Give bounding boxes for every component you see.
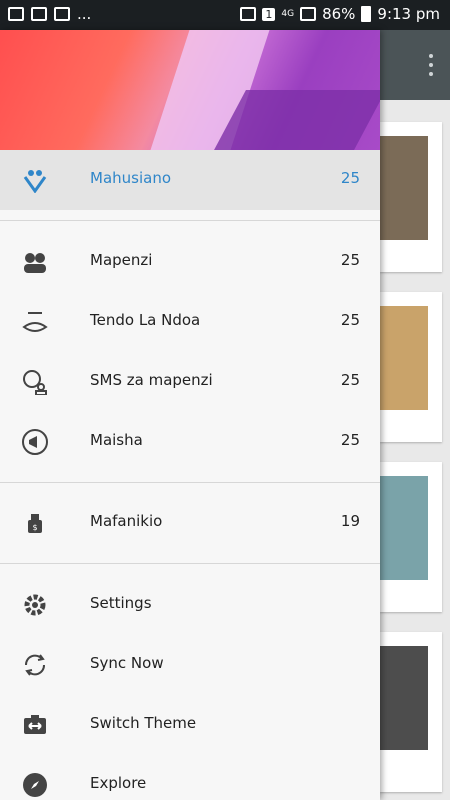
heart-people-icon	[23, 170, 47, 193]
drawer-item-label: Sync Now	[90, 654, 164, 672]
post-card[interactable]	[380, 292, 442, 442]
clock: 9:13 pm	[377, 5, 440, 23]
divider	[0, 563, 380, 564]
drawer-item-label: Mahusiano	[90, 169, 172, 187]
mail-icon	[54, 7, 70, 21]
drawer-item-count: 25	[340, 431, 360, 449]
drawer-item-label: Switch Theme	[90, 714, 197, 732]
drawer-item-label: Tendo La Ndoa	[90, 311, 201, 329]
drawer-item-switch-theme[interactable]: Switch Theme	[0, 695, 380, 755]
drawer-item-label: Mapenzi	[90, 251, 153, 269]
gear-icon	[24, 594, 46, 616]
drawer-item-sms-za-mapenzi[interactable]: SMS za mapenzi 25	[0, 352, 380, 412]
drawer-item-settings[interactable]: Settings	[0, 575, 380, 635]
network-type: 4G	[281, 9, 295, 19]
post-image	[380, 646, 428, 750]
drawer-item-mafanikio[interactable]: $ Mafanikio 19	[0, 493, 380, 553]
notification-icon	[8, 7, 24, 21]
signal-icon	[300, 7, 317, 21]
drawer-item-maisha[interactable]: Maisha 25	[0, 412, 380, 472]
drawer-item-count: 25	[340, 371, 360, 389]
money-bag-icon: $	[28, 514, 42, 533]
navigation-drawer: Mahusiano 25 Mapenzi 25 Tendo La Ndoa 25…	[0, 30, 380, 800]
drawer-item-mahusiano[interactable]: Mahusiano 25	[0, 150, 380, 210]
post-image	[380, 136, 428, 240]
battery-level: 86%	[322, 5, 356, 23]
drawer-item-sync-now[interactable]: Sync Now	[0, 635, 380, 695]
drawer-item-label: Maisha	[90, 431, 143, 449]
drawer-item-label: Mafanikio	[90, 512, 163, 530]
sim-indicator: 1	[262, 7, 276, 21]
compass-icon	[23, 773, 47, 797]
love-message-icon	[23, 370, 47, 395]
divider	[0, 482, 380, 483]
post-image	[380, 306, 428, 410]
drawer-item-mapenzi[interactable]: Mapenzi 25	[0, 232, 380, 292]
drawer-item-tendo-la-ndoa[interactable]: Tendo La Ndoa 25	[0, 292, 380, 352]
svg-text:$: $	[32, 523, 37, 532]
megaphone-icon	[22, 429, 48, 455]
drawer-item-label: Settings	[90, 594, 152, 612]
status-bar: ... 1 4G 86% 9:13 pm	[0, 0, 450, 30]
post-card[interactable]	[380, 462, 442, 612]
vibrate-icon	[240, 7, 257, 21]
divider	[0, 220, 380, 221]
post-card[interactable]	[380, 632, 442, 792]
drawer-item-label: SMS za mapenzi	[90, 371, 213, 389]
more-notifications: ...	[77, 5, 92, 23]
sync-icon	[24, 654, 46, 676]
drawer-header-image	[0, 30, 380, 150]
drawer-item-count: 25	[340, 251, 360, 269]
overflow-menu-icon[interactable]	[428, 54, 434, 76]
post-card[interactable]	[380, 122, 442, 272]
drawer-item-explore[interactable]: Explore	[0, 755, 380, 800]
switch-theme-icon	[24, 715, 46, 734]
drawer-item-label: Explore	[90, 774, 147, 792]
battery-icon	[361, 6, 372, 22]
post-image	[380, 476, 428, 580]
drawer-item-count: 25	[340, 169, 360, 187]
sex-lips-icon	[22, 312, 48, 332]
drawer-item-count: 19	[340, 512, 360, 530]
drawer-item-count: 25	[340, 311, 360, 329]
couple-icon	[24, 253, 46, 273]
message-icon	[31, 7, 47, 21]
